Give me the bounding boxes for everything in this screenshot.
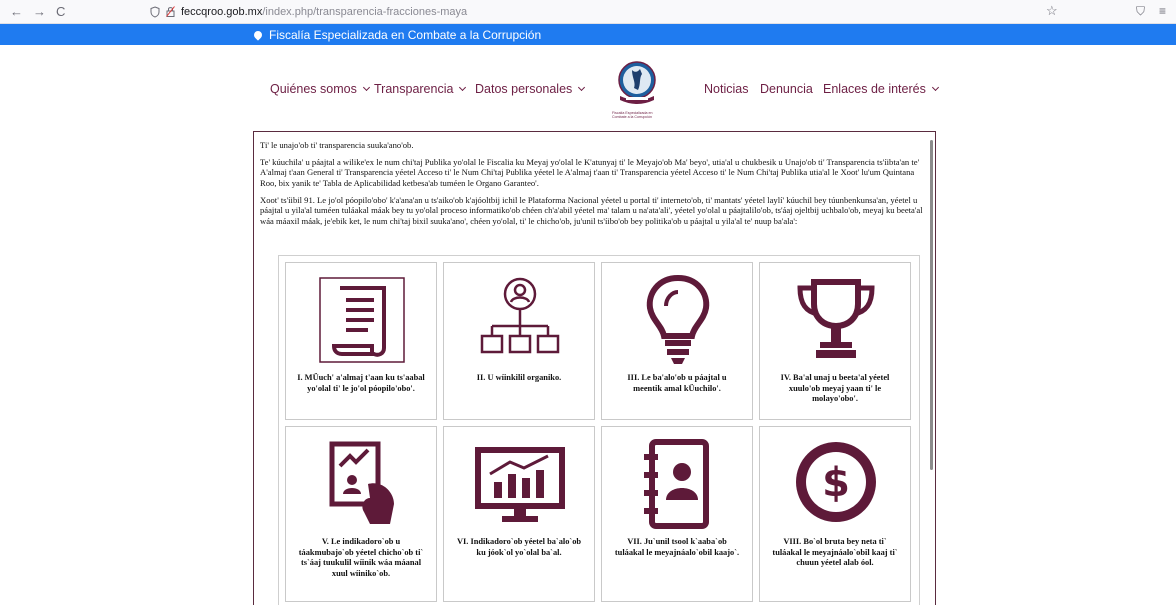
fraction-label: III. Le ba'alo'ob u páajtal u meentik am… (627, 373, 727, 393)
fraction-card[interactable]: $ VIII. Bo`ol bruta bey neta ti` tuláaka… (759, 426, 911, 602)
dollar-coin-icon: $ (796, 442, 876, 522)
fraction-card[interactable]: IV. Ba'al unaj u beeta'al yéetel xuulo'o… (759, 262, 911, 420)
contact-directory-icon (644, 439, 709, 529)
url-host: feccqroo.gob.mx (181, 5, 263, 18)
menu-enlaces[interactable]: Enlaces de interés (823, 82, 939, 96)
intro-paragraph: Ti' le unajo'ob ti' transparencia suuka'… (260, 140, 414, 150)
menu-label: Quiénes somos (270, 82, 357, 96)
menu-denuncia[interactable]: Denuncia (760, 82, 813, 96)
menu-noticias[interactable]: Noticias (704, 82, 748, 96)
fraction-card[interactable]: I. MÜuch' a'almaj t'aan ku ts'aabal yo'o… (285, 262, 437, 420)
fraction-label: VII. Ju`unil tsool k`aaba`ob tuláakal le… (614, 537, 740, 557)
fractions-grid: I. MÜuch' a'almaj t'aan ku ts'aabal yo'o… (278, 255, 920, 605)
fraction-card[interactable]: II. U wíinkilil organiko. (443, 262, 595, 420)
browser-toolbar: ← → C feccqroo.gob.mx /index.php/transpa… (0, 0, 1176, 24)
nav-buttons: ← → C (0, 5, 150, 18)
back-arrow-icon[interactable]: ← (10, 5, 23, 18)
fraction-label: V. Le indikadoro`ob u táakmubajo`ob yéet… (298, 537, 424, 578)
menu-label: Datos personales (475, 82, 573, 96)
trophy-icon (797, 279, 875, 358)
fraction-label: II. U wíinkilil organiko. (476, 373, 562, 382)
chevron-down-icon (578, 83, 586, 92)
bookmark-star-icon[interactable]: ☆ (1046, 3, 1058, 19)
fraction-label: VI. Indikadoro`ob yéetel ba`alo`ob ku jó… (456, 537, 582, 557)
hamburger-menu-icon[interactable]: ≡ (1159, 4, 1166, 19)
chevron-down-icon (459, 83, 467, 92)
content-scrollbar[interactable] (930, 140, 933, 470)
reload-icon[interactable]: C (56, 5, 65, 18)
description-paragraph: Te' kúuchila' u páajtal a wilike'ex le n… (260, 156, 920, 188)
fraction-card[interactable]: V. Le indikadoro`ob u táakmubajo`ob yéet… (285, 426, 437, 602)
lock-icon (166, 6, 175, 17)
url-path: /index.php/transparencia-fracciones-maya (262, 5, 468, 18)
forward-arrow-icon[interactable]: → (33, 5, 46, 18)
transparency-content: Ti' le unajo'ob ti' transparencia suuka'… (253, 131, 936, 605)
menu-datos-personales[interactable]: Datos personales (475, 82, 586, 96)
pocket-icon[interactable]: ⛉ (1136, 4, 1145, 19)
org-chart-icon (480, 277, 560, 354)
chevron-down-icon (931, 83, 939, 92)
fraction-card[interactable]: VI. Indikadoro`ob yéetel ba`alo`ob ku jó… (443, 426, 595, 602)
fraction-card[interactable]: III. Le ba'alo'ob u páajtal u meentik am… (601, 262, 753, 420)
location-pin-icon (252, 28, 264, 41)
indicator-report-icon (329, 441, 394, 524)
top-banner: Fiscalía Especializada en Combate a la C… (0, 24, 1176, 45)
main-menu: Quiénes somos Transparencia Datos person… (0, 60, 1176, 124)
light-bulb-icon (646, 274, 710, 364)
toolbar-right: ⛉ ≡ (1136, 4, 1166, 19)
shield-icon (150, 5, 160, 18)
fraction-label: VIII. Bo`ol bruta bey neta ti` tuláakal … (770, 537, 900, 569)
chevron-down-icon (362, 83, 370, 92)
menu-label: Transparencia (374, 82, 454, 96)
menu-label: Enlaces de interés (823, 82, 926, 96)
monitor-chart-icon (475, 447, 565, 522)
menu-quienes-somos[interactable]: Quiénes somos (270, 82, 370, 96)
fraction-card[interactable]: VII. Ju`unil tsool k`aaba`ob tuláakal le… (601, 426, 753, 602)
fraction-label: I. MÜuch' a'almaj t'aan ku ts'aabal yo'o… (297, 373, 425, 393)
menu-transparencia[interactable]: Transparencia (374, 82, 467, 96)
scroll-document-icon (319, 277, 405, 363)
article-paragraph: Xoot' ts'íibil 91. Le jo'ol póopilo'obo'… (260, 194, 923, 226)
fraction-label: IV. Ba'al unaj u beeta'al yéetel xuulo'o… (780, 373, 890, 403)
svg-text:$: $ (822, 460, 850, 506)
banner-text: Fiscalía Especializada en Combate a la C… (269, 27, 542, 42)
fraction-label-text: VIII. Bo`ol bruta bey neta ti` tuláakal … (772, 537, 898, 567)
address-bar[interactable]: feccqroo.gob.mx /index.php/transparencia… (150, 6, 467, 18)
logo-caption: Fiscalía Especializada en Combate a la C… (612, 111, 653, 119)
